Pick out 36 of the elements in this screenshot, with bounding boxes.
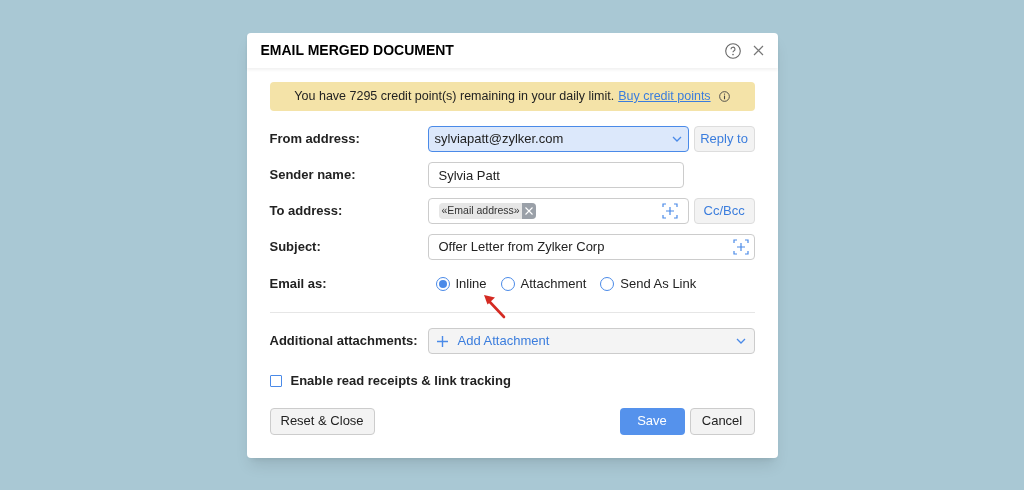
field-label: Email as: <box>269 275 328 294</box>
reset-close-button[interactable]: Reset & Close <box>269 407 375 435</box>
cc-bcc-button[interactable]: Cc/Bcc <box>693 198 755 224</box>
radio-option[interactable]: Attachment <box>500 274 587 294</box>
help-icon[interactable] <box>724 42 741 59</box>
field-label: Subject: <box>269 238 322 257</box>
chevron-down-icon <box>735 338 746 344</box>
checkbox[interactable] <box>269 374 282 387</box>
field-label: Additional attachments: <box>269 332 419 351</box>
close-icon[interactable] <box>752 45 764 56</box>
radio-button[interactable] <box>435 277 450 291</box>
field-label: From address: <box>269 130 361 149</box>
radio-option[interactable]: Inline <box>435 274 487 294</box>
dialog-title: EMAIL MERGED DOCUMENT <box>260 41 454 60</box>
banner-text: You have 7295 credit point(s) remaining in your daily limit. <box>294 88 615 106</box>
field-label: To address: <box>269 202 344 221</box>
remove-icon[interactable] <box>521 203 536 219</box>
radio-button[interactable] <box>500 277 515 291</box>
info-icon[interactable] <box>718 91 730 102</box>
insert-field-icon[interactable] <box>661 203 678 219</box>
to-address-field[interactable]: «Email address» <box>427 198 689 224</box>
insert-field-icon[interactable] <box>732 239 749 255</box>
sender-name-field[interactable]: Sylvia Patt <box>427 162 684 188</box>
reply-to-button[interactable]: Reply to <box>693 126 755 152</box>
field-label: Sender name: <box>269 166 357 185</box>
address-token[interactable]: «Email address» <box>438 203 536 219</box>
checkbox-label: Enable read receipts & link tracking <box>290 372 511 390</box>
cancel-button[interactable]: Cancel <box>689 407 755 435</box>
from-address-select[interactable]: sylviapatt@zylker.com <box>427 126 689 152</box>
annotation-arrow <box>482 293 506 319</box>
chevron-down-icon <box>671 136 682 142</box>
subject-field[interactable]: Offer Letter from Zylker Corp <box>427 234 755 260</box>
add-attachment-dropdown[interactable]: Add Attachment <box>427 328 755 354</box>
radio-button[interactable] <box>600 277 615 291</box>
plus-icon <box>436 335 448 347</box>
radio-option[interactable]: Send As Link <box>600 274 697 294</box>
